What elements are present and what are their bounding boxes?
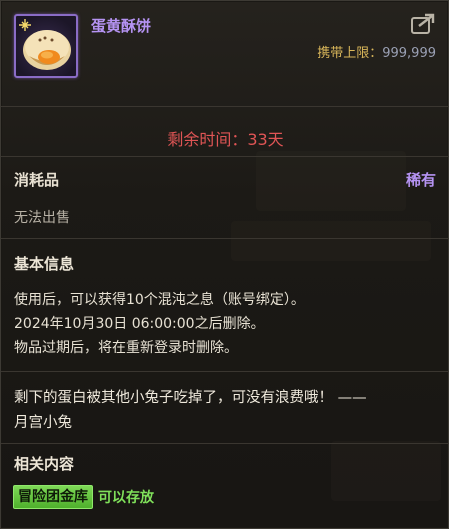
sell-status: 无法出售 xyxy=(14,210,70,226)
flavor-line: 月宫小兔 xyxy=(14,415,72,431)
carry-limit-label: 携带上限： xyxy=(317,46,383,61)
background-decoration xyxy=(231,221,431,261)
divider xyxy=(1,156,449,157)
divider xyxy=(1,443,449,444)
divider xyxy=(1,371,449,372)
share-icon xyxy=(411,13,435,34)
item-category: 消耗品 xyxy=(14,171,60,189)
item-rarity: 稀有 xyxy=(405,171,436,189)
background-decoration xyxy=(256,151,406,211)
storable-text: 可以存放 xyxy=(98,490,154,506)
tooltip-header: 蛋黄酥饼 携带上限：999,999 xyxy=(1,1,448,89)
carry-limit-value: 999,999 xyxy=(382,46,436,61)
basic-info-line: 使用后，可以获得10个混沌之息（账号绑定）。 xyxy=(14,292,305,308)
basic-info-title: 基本信息 xyxy=(14,255,75,273)
remaining-time: 剩余时间：33天 xyxy=(167,130,284,149)
item-name: 蛋黄酥饼 xyxy=(91,17,152,35)
item-tooltip: 蛋黄酥饼 携带上限：999,999 剩余时间：33天 消耗品 稀有 无法出售 基… xyxy=(0,0,449,529)
guild-vault-tag[interactable]: 冒险团金库 xyxy=(13,485,93,509)
divider xyxy=(1,238,449,239)
divider xyxy=(1,106,449,107)
carry-limit: 携带上限：999,999 xyxy=(317,42,436,61)
flavor-line: 剩下的蛋白被其他小兔子吃掉了，可没有浪费哦！ —— xyxy=(14,390,367,406)
flavor-text: 剩下的蛋白被其他小兔子吃掉了，可没有浪费哦！ —— 月宫小兔 xyxy=(14,386,434,436)
item-icon-frame xyxy=(14,14,78,78)
related-title: 相关内容 xyxy=(14,455,75,473)
share-button[interactable] xyxy=(410,13,436,35)
egg-yolk-pastry-icon xyxy=(19,19,71,70)
background-decoration xyxy=(331,441,441,501)
basic-info-line: 2024年10月30日 06:00:00之后删除。 xyxy=(14,316,265,332)
basic-info-line: 物品过期后，将在重新登录时删除。 xyxy=(14,340,238,356)
